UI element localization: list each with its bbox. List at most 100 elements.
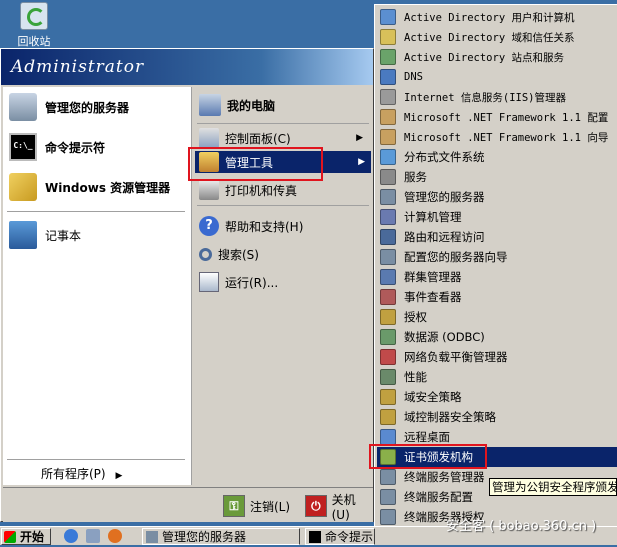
firefox-quicklaunch-icon[interactable] (108, 529, 122, 543)
pinned-item-cmd[interactable]: C:\_ 命令提示符 (9, 131, 105, 163)
cmd-task-icon (309, 530, 321, 543)
printer-icon (199, 180, 219, 200)
desktop-quicklaunch-icon[interactable] (86, 529, 100, 543)
pinned-item-notepad[interactable]: 记事本 (9, 219, 81, 251)
admin-tool-icon (380, 249, 396, 265)
help-link[interactable]: ? 帮助和支持(H) (199, 215, 369, 237)
admin-tool-icon (380, 489, 396, 505)
recycle-bin-icon (20, 2, 48, 30)
admin-tool-icon (380, 229, 396, 245)
admin-tool-label: 数据源 (ODBC) (404, 330, 485, 344)
admin-tool-icon (380, 369, 396, 385)
help-icon: ? (199, 216, 219, 236)
my-computer-icon (199, 94, 221, 116)
admin-tool-label: 远程桌面 (404, 430, 450, 444)
admin-tool-icon (380, 429, 396, 445)
my-computer-link[interactable]: 我的电脑 (199, 91, 369, 119)
explorer-icon (9, 173, 37, 201)
admin-tool-label: 群集管理器 (404, 270, 462, 284)
notepad-icon (9, 221, 37, 249)
shutdown-button[interactable]: ⏻ 关机(U) (305, 493, 373, 522)
control-panel-icon (199, 128, 219, 148)
admin-tool-item[interactable]: Microsoft .NET Framework 1.1 配置 (377, 107, 617, 127)
admin-tool-label: 配置您的服务器向导 (404, 250, 508, 264)
pinned-item-explorer[interactable]: Windows 资源管理器 (9, 171, 170, 203)
admin-tool-item[interactable]: 路由和远程访问 (377, 227, 617, 247)
admin-tool-icon (380, 89, 396, 105)
admin-tool-item[interactable]: 数据源 (ODBC) (377, 327, 617, 347)
all-programs-button[interactable]: 所有程序(P) ▶ (41, 465, 122, 482)
admin-tool-item[interactable]: 服务 (377, 167, 617, 187)
start-menu-footer: ⚿ 注销(L) ⏻ 关机(U) (3, 487, 373, 522)
server-task-icon (146, 530, 158, 543)
admin-tool-icon (380, 69, 396, 85)
power-icon: ⏻ (305, 495, 327, 517)
admin-tool-item[interactable]: Active Directory 用户和计算机 (377, 7, 617, 27)
admin-tool-label: 终端服务配置 (404, 490, 473, 504)
recycle-bin-desktop-icon[interactable]: 回收站 (14, 2, 54, 49)
admin-tool-item[interactable]: 性能 (377, 367, 617, 387)
admin-tool-label: 路由和远程访问 (404, 230, 485, 244)
run-icon (199, 272, 219, 292)
admin-tool-label: Microsoft .NET Framework 1.1 向导 (404, 131, 609, 144)
submenu-arrow-icon: ▶ (356, 133, 363, 143)
admin-tool-label: Active Directory 域和信任关系 (404, 31, 575, 44)
admin-tool-icon (380, 189, 396, 205)
admin-tool-item[interactable]: Internet 信息服务(IIS)管理器 (377, 87, 617, 107)
admin-tool-label: 事件查看器 (404, 290, 462, 304)
admin-tool-icon (380, 309, 396, 325)
admin-tool-label: DNS (404, 71, 423, 83)
admin-tool-label: Microsoft .NET Framework 1.1 配置 (404, 111, 609, 124)
admin-tool-label: Active Directory 用户和计算机 (404, 11, 575, 24)
start-button[interactable]: 开始 (1, 528, 51, 545)
menu-tooltip: 管理为公钥安全程序颁发 (489, 478, 617, 496)
admin-tool-item[interactable]: Microsoft .NET Framework 1.1 向导 (377, 127, 617, 147)
admin-tool-item[interactable]: 域控制器安全策略 (377, 407, 617, 427)
taskbar-task-cmd[interactable]: 命令提示 (305, 528, 375, 545)
admin-tool-label: 终端服务管理器 (404, 470, 485, 484)
admin-tool-label: 域控制器安全策略 (404, 410, 496, 424)
pinned-programs-pane: 管理您的服务器 C:\_ 命令提示符 Windows 资源管理器 记事本 (3, 87, 192, 485)
search-link[interactable]: 搜索(S) (199, 243, 369, 265)
pinned-item-manage-server[interactable]: 管理您的服务器 (9, 91, 129, 123)
admin-tool-icon (380, 9, 396, 25)
admin-tool-item[interactable]: Active Directory 域和信任关系 (377, 27, 617, 47)
highlight-box-admin-tools (188, 147, 323, 181)
admin-tool-item[interactable]: 授权 (377, 307, 617, 327)
run-link[interactable]: 运行(R)... (199, 271, 369, 293)
all-programs-separator (7, 459, 185, 460)
admin-tool-icon (380, 129, 396, 145)
ie-quicklaunch-icon[interactable] (64, 529, 78, 543)
admin-tool-item[interactable]: 计算机管理 (377, 207, 617, 227)
admin-tool-icon (380, 289, 396, 305)
admin-tool-label: 授权 (404, 310, 427, 324)
admin-tool-icon (380, 409, 396, 425)
pinned-separator (7, 211, 185, 212)
admin-tool-icon (380, 149, 396, 165)
admin-tool-icon (380, 209, 396, 225)
server-manage-icon (9, 93, 37, 121)
admin-tool-item[interactable]: DNS (377, 67, 617, 87)
key-icon: ⚿ (223, 495, 245, 517)
admin-tool-label: 管理您的服务器 (404, 190, 485, 204)
admin-tool-label: 性能 (404, 370, 427, 384)
admin-tool-item[interactable]: 事件查看器 (377, 287, 617, 307)
submenu-arrow-icon: ▶ (358, 157, 365, 167)
admin-tool-item[interactable]: 网络负载平衡管理器 (377, 347, 617, 367)
admin-tool-icon (380, 169, 396, 185)
admin-tool-icon (380, 49, 396, 65)
admin-tool-icon (380, 389, 396, 405)
admin-tool-item[interactable]: Active Directory 站点和服务 (377, 47, 617, 67)
right-separator-1 (197, 123, 369, 124)
admin-tool-icon (380, 469, 396, 485)
logoff-button[interactable]: ⚿ 注销(L) (223, 494, 290, 518)
admin-tool-item[interactable]: 配置您的服务器向导 (377, 247, 617, 267)
taskbar-task-manage-server[interactable]: 管理您的服务器 (142, 528, 300, 545)
admin-tool-icon (380, 349, 396, 365)
control-panel-link[interactable]: 控制面板(C) ▶ (199, 127, 369, 149)
admin-tool-item[interactable]: 域安全策略 (377, 387, 617, 407)
admin-tool-item[interactable]: 管理您的服务器 (377, 187, 617, 207)
printers-link[interactable]: 打印机和传真 (199, 179, 369, 201)
admin-tool-item[interactable]: 分布式文件系统 (377, 147, 617, 167)
admin-tool-item[interactable]: 群集管理器 (377, 267, 617, 287)
